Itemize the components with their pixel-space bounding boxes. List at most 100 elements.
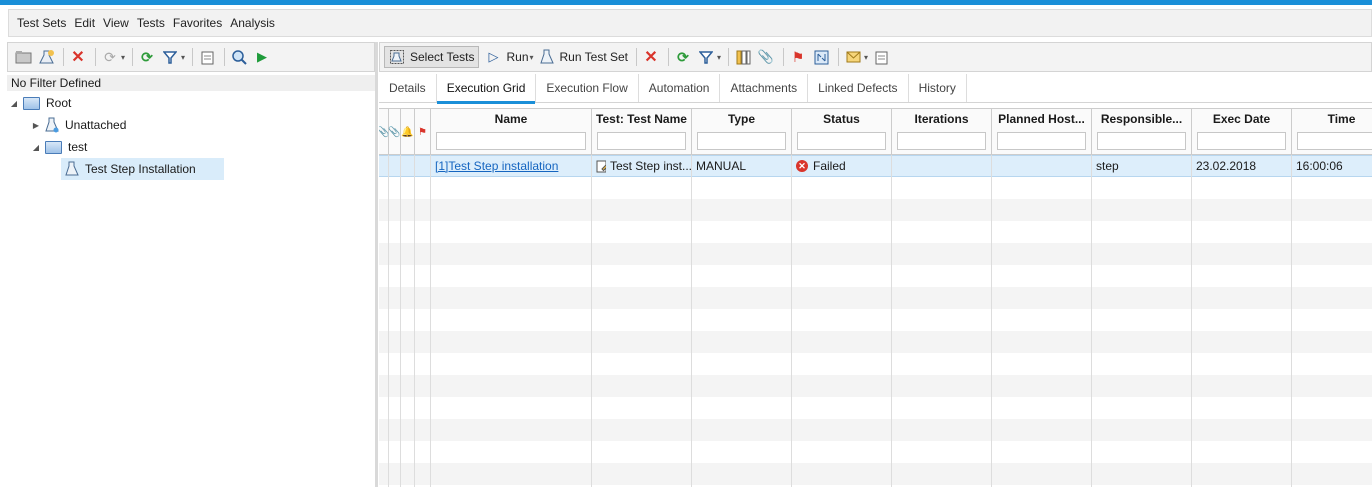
empty-row <box>379 419 1372 441</box>
tree-item-label: Unattached <box>65 118 127 132</box>
select-tests-button[interactable]: Select Tests <box>384 46 480 68</box>
filter-name-input[interactable] <box>436 132 586 150</box>
run-button[interactable]: Run <box>506 50 528 64</box>
run-icon[interactable]: ▶ <box>252 47 272 67</box>
cell-type: MANUAL <box>696 159 747 173</box>
tab-history[interactable]: History <box>909 74 967 102</box>
column-time[interactable]: Time <box>1292 109 1372 155</box>
detail-tabs: Details Execution Grid Execution Flow Au… <box>379 72 1372 104</box>
defect-flag-icon[interactable]: ⚑ <box>415 109 431 155</box>
empty-row <box>379 441 1372 463</box>
menu-test-sets[interactable]: Test Sets <box>17 16 66 30</box>
column-name[interactable]: Name <box>431 109 592 155</box>
delete-icon[interactable]: ✕ <box>68 47 88 67</box>
edit-icon[interactable] <box>197 47 217 67</box>
tree-item-label: test <box>68 140 88 154</box>
filter-time-input[interactable] <box>1297 132 1372 150</box>
tree-item-unattached[interactable]: ▶ Unattached <box>31 114 126 136</box>
empty-row <box>379 463 1372 485</box>
cell-status[interactable]: ✕ Failed <box>792 155 892 177</box>
mail-dropdown-icon[interactable]: ▾ <box>864 53 868 62</box>
find-icon[interactable] <box>229 47 249 67</box>
empty-row <box>379 177 1372 199</box>
cell-test-name: Test Step inst... <box>592 155 692 177</box>
collapse-arrow-icon[interactable]: ◢ <box>9 99 19 108</box>
tab-execution-grid[interactable]: Execution Grid <box>436 74 537 104</box>
filter-icon[interactable] <box>696 47 716 67</box>
failed-status-icon: ✕ <box>796 160 808 172</box>
filter-type-input[interactable] <box>697 132 786 150</box>
status-label: Failed <box>813 159 846 173</box>
folder-open-icon <box>45 140 62 154</box>
refresh-icon[interactable]: ⟳ <box>137 47 157 67</box>
cell-exec-date: 23.02.2018 <box>1196 159 1257 173</box>
tree-item-root[interactable]: ◢ Root <box>9 92 71 114</box>
column-iterations[interactable]: Iterations <box>892 109 992 155</box>
refresh-dimmed-dropdown-icon[interactable]: ▾ <box>121 53 125 62</box>
filter-planned-host-input[interactable] <box>997 132 1086 150</box>
cell-planned-host <box>992 155 1092 177</box>
column-exec-date[interactable]: Exec Date <box>1192 109 1292 155</box>
tree-item-test-step-installation[interactable]: Test Step Installation <box>61 158 224 180</box>
expand-arrow-icon[interactable]: ▶ <box>31 121 41 130</box>
execution-grid: 📎 📎 🔔 ⚑ Name Test: Test Name Type Status… <box>379 108 1372 487</box>
collapse-arrow-icon[interactable]: ◢ <box>31 143 41 152</box>
filter-status-input[interactable] <box>797 132 886 150</box>
run-test-set-icon[interactable] <box>537 47 557 67</box>
filter-iterations-input[interactable] <box>897 132 986 150</box>
empty-row <box>379 375 1372 397</box>
alert-bell-icon[interactable]: 🔔 <box>401 109 415 155</box>
menu-view[interactable]: View <box>103 16 129 30</box>
column-type[interactable]: Type <box>692 109 792 155</box>
folder-open-icon <box>23 96 40 110</box>
new-test-set-icon[interactable] <box>36 47 56 67</box>
attachment-column-icon[interactable]: 📎 <box>388 109 401 155</box>
select-columns-icon[interactable] <box>733 47 753 67</box>
menu-analysis[interactable]: Analysis <box>230 16 275 30</box>
tab-automation[interactable]: Automation <box>639 74 721 102</box>
linked-defects-icon[interactable] <box>811 47 831 67</box>
mail-icon[interactable] <box>843 47 863 67</box>
filter-exec-date-input[interactable] <box>1197 132 1286 150</box>
run-test-set-button[interactable]: Run Test Set <box>560 50 628 64</box>
test-instance-link[interactable]: [1]Test Step installation <box>435 159 558 173</box>
new-defect-flag-icon[interactable]: ⚑ <box>788 47 808 67</box>
tab-linked-defects[interactable]: Linked Defects <box>808 74 909 102</box>
menu-edit[interactable]: Edit <box>74 16 95 30</box>
test-set-icon <box>45 117 59 133</box>
refresh-dimmed-icon[interactable]: ⟳ <box>100 47 120 67</box>
tab-execution-flow[interactable]: Execution Flow <box>536 74 639 102</box>
column-planned-host[interactable]: Planned Host... <box>992 109 1092 155</box>
run-outline-icon[interactable]: ▷ <box>483 47 503 67</box>
cell-iterations <box>892 155 992 177</box>
menu-favorites[interactable]: Favorites <box>173 16 222 30</box>
cell-name[interactable]: [1]Test Step installation <box>431 155 592 177</box>
filter-responsible-input[interactable] <box>1097 132 1186 150</box>
attachment-icon[interactable]: 📎 <box>756 47 776 67</box>
grid-header: 📎 📎 🔔 ⚑ Name Test: Test Name Type Status… <box>379 109 1372 155</box>
column-responsible[interactable]: Responsible... <box>1092 109 1192 155</box>
refresh-icon[interactable]: ⟳ <box>673 47 693 67</box>
empty-row <box>379 331 1372 353</box>
pane-splitter[interactable] <box>375 42 378 487</box>
edit-icon[interactable] <box>871 47 891 67</box>
tab-details[interactable]: Details <box>379 74 437 102</box>
tree-item-test-folder[interactable]: ◢ test <box>31 136 87 158</box>
filter-test-name-input[interactable] <box>597 132 686 150</box>
tab-attachments[interactable]: Attachments <box>720 74 809 102</box>
cell-time: 16:00:06 <box>1296 159 1343 173</box>
column-test-name[interactable]: Test: Test Name <box>592 109 692 155</box>
menu-tests[interactable]: Tests <box>137 16 165 30</box>
filter-icon[interactable] <box>160 47 180 67</box>
test-sets-tree-pane: ✕ ⟳ ▾ ⟳ ▾ ▶ No Filter Defined ◢ Root ▶ Un… <box>7 42 375 487</box>
empty-row <box>379 199 1372 221</box>
empty-row <box>379 243 1372 265</box>
empty-row <box>379 221 1372 243</box>
delete-icon[interactable]: ✕ <box>641 47 661 67</box>
filter-dropdown-icon[interactable]: ▾ <box>717 53 721 62</box>
column-status[interactable]: Status <box>792 109 892 155</box>
new-folder-icon[interactable] <box>13 47 33 67</box>
tree-toolbar: ✕ ⟳ ▾ ⟳ ▾ ▶ <box>7 42 375 72</box>
run-dropdown-icon[interactable]: ▾ <box>530 53 534 62</box>
filter-dropdown-icon[interactable]: ▾ <box>181 53 185 62</box>
